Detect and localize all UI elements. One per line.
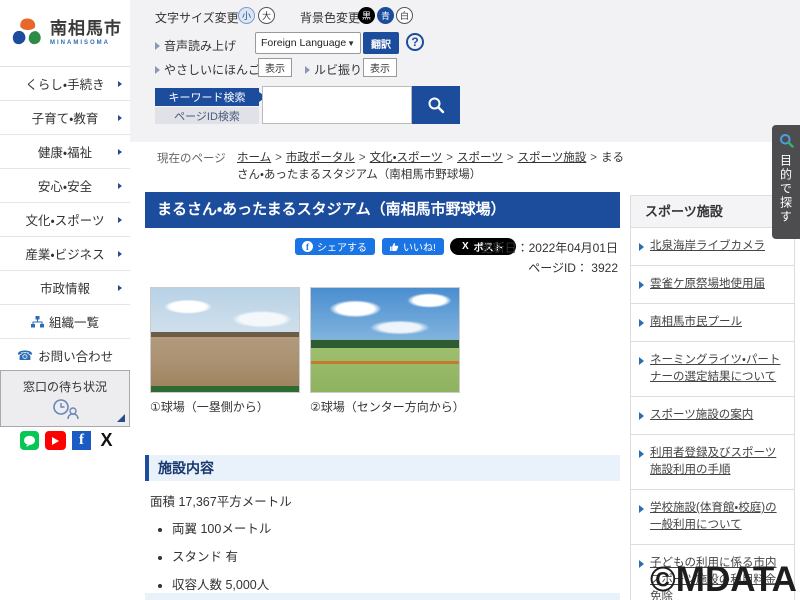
sidebar-item-bunka-sports[interactable]: 文化・スポーツ [0,203,130,237]
section-title-facility: 施設内容 [145,455,620,481]
facility-spec-list: 両翼 100メートル スタンド 有 収容人数 5,000人 [172,518,271,600]
breadcrumb-culture-sports[interactable]: 文化・スポーツ [370,152,443,164]
sidebar-item-org-list[interactable]: 組織一覧 [0,305,130,339]
help-icon[interactable]: ? [406,33,424,51]
link-school-facility[interactable]: 学校施設(体育館・校庭)の一般利用について [631,490,794,545]
breadcrumb-sports-facility[interactable]: スポーツ施設 [518,152,587,164]
sidebar-item-kosodate[interactable]: 子育て・教育 [0,101,130,135]
facility-area: 面積 17,367平方メートル [150,491,292,510]
facility-spec-wings: 両翼 100メートル [172,518,271,537]
facility-spec-stand: スタンド 有 [172,546,271,565]
thumbs-up-icon [389,242,399,252]
bg-blue-button[interactable]: 青 [377,7,394,24]
sidebar-item-shisei[interactable]: 市政情報 [0,271,130,305]
page: 南相馬市 MINAMISOMA 文字サイズ変更 小 大 背景色変更 黒 青 白 … [0,0,800,600]
org-chart-icon [31,316,44,328]
city-romaji: MINAMISOMA [50,40,122,46]
related-links-title: スポーツ施設 [631,196,794,228]
x-icon[interactable]: X [97,431,116,450]
link-user-registration[interactable]: 利用者登録及びスポーツ施設利用の手順 [631,435,794,490]
sidebar-item-sangyo[interactable]: 産業・ビジネス [0,237,130,271]
breadcrumb-sports[interactable]: スポーツ [457,152,503,164]
bg-color-label: 背景色変更 [300,9,360,26]
youtube-icon[interactable] [45,431,66,450]
window-wait-status[interactable]: 窓口の待ち状況 [0,370,130,427]
breadcrumb: ホーム>市政ポータル>文化・スポーツ>スポーツ>スポーツ施設>まるさん・あったま… [237,150,627,184]
next-section-bar [145,593,620,600]
city-logo-icon [10,16,44,50]
breadcrumb-home[interactable]: ホーム [237,152,271,164]
link-sports-guide[interactable]: スポーツ施設の案内 [631,397,794,435]
city-name: 南相馬市 [50,20,122,37]
sidebar-item-kurashi[interactable]: くらし・手続き [0,67,130,101]
facility-spec-capacity: 収容人数 5,000人 [172,574,271,593]
photo-caption-1: ①球場（一塁側から） [150,399,302,416]
like-button[interactable]: いいね! [382,238,444,255]
keyword-search-tab[interactable]: キーワード検索 [155,88,259,106]
page-title: まるさん・あったまるスタジアム（南相馬市野球場） [145,192,620,228]
page-id: ページID： 3922 [440,259,618,276]
sidebar-item-kenko[interactable]: 健康・福祉 [0,135,130,169]
ruby-show-button[interactable]: 表示 [363,58,397,77]
social-links: f X [20,431,116,450]
resize-corner-icon [117,414,125,422]
bg-white-button[interactable]: 白 [396,7,413,24]
pageid-search-tab[interactable]: ページID検索 [155,107,259,124]
link-naming-rights[interactable]: ネーミングライツ・パートナーの選定結果について [631,342,794,397]
facebook-share-button[interactable]: f シェアする [295,238,375,255]
site-logo[interactable]: 南相馬市 MINAMISOMA [0,0,130,66]
font-large-button[interactable]: 大 [258,7,275,24]
easy-japanese-show-button[interactable]: 表示 [258,58,292,77]
related-links-box: スポーツ施設 北泉海岸ライブカメラ 雲雀ケ原祭場地使用届 南相馬市民プール ネー… [630,195,795,600]
font-small-button[interactable]: 小 [238,7,255,24]
sidebar-item-anshin[interactable]: 安心・安全 [0,169,130,203]
translate-button[interactable]: 翻訳 [363,32,399,54]
font-size-label: 文字サイズ変更 [155,9,239,26]
search-by-purpose-tab[interactable]: 目的で探す [772,125,800,239]
left-nav: くらし・手続き 子育て・教育 健康・福祉 安心・安全 文化・スポーツ 産業・ビジ… [0,66,130,373]
facebook-icon[interactable]: f [72,431,91,450]
purpose-search-icon [779,133,794,148]
photo-field-first-base [150,287,300,393]
clock-person-icon [48,398,82,420]
language-select[interactable]: Foreign Language ▼ [255,32,361,54]
link-kitaizumi-camera[interactable]: 北泉海岸ライブカメラ [631,228,794,266]
chevron-down-icon: ▼ [347,39,355,48]
easy-japanese-link[interactable]: やさしいにほんご [155,61,260,78]
updated-date: 更新日：2022年04月01日 [440,239,618,256]
phone-icon: ☎ [17,348,33,364]
search-icon [427,96,445,114]
photo-field-center [310,287,460,393]
bg-black-button[interactable]: 黒 [358,7,375,24]
search-input[interactable] [262,86,412,124]
search-button[interactable] [412,86,460,124]
ruby-link[interactable]: ルビ振り [305,61,362,78]
link-city-pool[interactable]: 南相馬市民プール [631,304,794,342]
breadcrumb-portal[interactable]: 市政ポータル [286,152,355,164]
link-hibarigahara[interactable]: 雲雀ケ原祭場地使用届 [631,266,794,304]
watermark: ©MDATA [650,560,797,600]
facebook-share-icon: f [302,241,313,252]
line-icon[interactable] [20,431,39,450]
breadcrumb-label: 現在のページ [157,150,226,166]
sidebar-item-contact[interactable]: ☎ お問い合わせ [0,339,130,373]
voice-reading-link[interactable]: 音声読み上げ [155,37,236,54]
photo-caption-2: ②球場（センター方向から） [310,399,462,416]
